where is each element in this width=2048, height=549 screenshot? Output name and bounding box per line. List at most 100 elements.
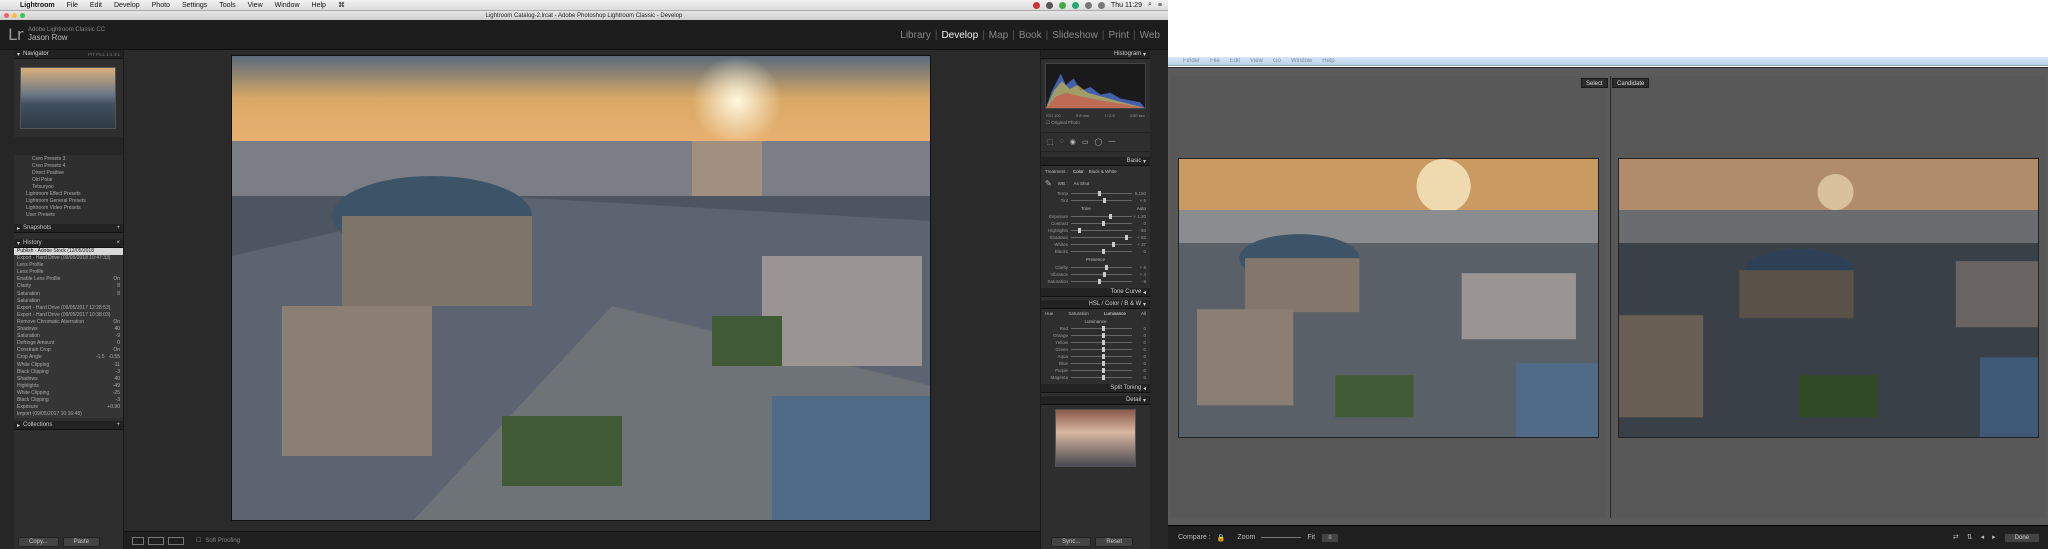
before-after-icon[interactable] bbox=[148, 536, 164, 545]
history-item[interactable]: Shadows 40 bbox=[14, 326, 123, 333]
slider-track[interactable] bbox=[1071, 228, 1132, 233]
wifi-icon[interactable] bbox=[1084, 1, 1092, 9]
slider-knob[interactable] bbox=[1101, 333, 1105, 338]
module-print[interactable]: Print bbox=[1108, 30, 1129, 41]
histogram-header[interactable]: Histogram ▾ bbox=[1041, 50, 1150, 59]
history-item[interactable]: Clarity 8 bbox=[14, 283, 123, 290]
treatment-bw[interactable]: Black & White bbox=[1089, 169, 1117, 174]
module-map[interactable]: Map bbox=[989, 30, 1008, 41]
slider-value[interactable]: 0 bbox=[1132, 347, 1146, 352]
status-icon-teal[interactable] bbox=[1071, 1, 1079, 9]
preset-item[interactable]: Lightroom General Presets bbox=[18, 198, 119, 205]
module-web[interactable]: Web bbox=[1140, 30, 1160, 41]
history-item[interactable]: Import (09/05/2017 10:16:48) bbox=[14, 411, 123, 418]
left-panel-toggle[interactable] bbox=[0, 50, 14, 549]
slider-knob[interactable] bbox=[1101, 375, 1105, 380]
add-collection-icon[interactable]: + bbox=[116, 422, 123, 428]
history-item[interactable]: Export - Hard Drive (09/05/2017 10:38:03… bbox=[14, 312, 123, 319]
compare-menu-view[interactable]: View bbox=[1245, 58, 1268, 64]
slider-value[interactable]: + 4 bbox=[1132, 272, 1146, 277]
sync-compare-button[interactable]: ≡ bbox=[1321, 532, 1339, 543]
history-item[interactable]: Enable Lens Profile On bbox=[14, 276, 123, 283]
wb-eyedropper-icon[interactable]: ✎ bbox=[1045, 179, 1052, 188]
snapshots-header[interactable]: ▸ Snapshots + bbox=[14, 224, 123, 233]
slider-track[interactable] bbox=[1071, 272, 1132, 277]
history-item[interactable]: Saturation 8 bbox=[14, 291, 123, 298]
slider-value[interactable]: 0 bbox=[1132, 340, 1146, 345]
history-item[interactable]: Export - Hard Drive (09/05/2017 12:28:53… bbox=[14, 305, 123, 312]
slider-track[interactable] bbox=[1071, 242, 1132, 247]
fit-label[interactable]: Fit bbox=[1307, 534, 1315, 541]
module-book[interactable]: Book bbox=[1019, 30, 1042, 41]
slider-knob[interactable] bbox=[1112, 242, 1116, 247]
preset-item[interactable]: User Presets bbox=[18, 212, 119, 219]
history-item[interactable]: Remove Chromatic Aberration On bbox=[14, 319, 123, 326]
slider-value[interactable]: 0 bbox=[1132, 354, 1146, 359]
menubar-clock[interactable]: Thu 11:29 bbox=[1111, 2, 1142, 9]
detail-preview[interactable] bbox=[1055, 409, 1136, 467]
lock-icon[interactable]: 🔒 bbox=[1217, 534, 1226, 542]
slider-knob[interactable] bbox=[1102, 272, 1106, 277]
slider-knob[interactable] bbox=[1101, 354, 1105, 359]
menu-lightroom[interactable]: Lightroom bbox=[14, 2, 61, 9]
zoom-3-1[interactable]: 3:1 bbox=[114, 52, 120, 57]
slider-knob[interactable] bbox=[1101, 361, 1105, 366]
collections-header[interactable]: ▸ Collections + bbox=[14, 421, 123, 431]
slider-track[interactable] bbox=[1071, 347, 1132, 352]
paste-button[interactable]: Paste bbox=[62, 537, 100, 547]
slider-knob[interactable] bbox=[1098, 279, 1102, 284]
slider-value[interactable]: 0 bbox=[1132, 249, 1146, 254]
hsl-tab-luminance[interactable]: Luminance bbox=[1104, 311, 1126, 316]
slider-track[interactable] bbox=[1071, 249, 1132, 254]
compare-menu-finder[interactable]: Finder bbox=[1178, 58, 1205, 64]
hsl-tab-all[interactable]: All bbox=[1141, 311, 1146, 316]
compare-view-icon[interactable] bbox=[168, 536, 184, 545]
menu-window[interactable]: Window bbox=[269, 2, 306, 9]
history-item[interactable]: Defringe Amount 0 bbox=[14, 340, 123, 347]
red-eye-icon[interactable]: ◉ bbox=[1070, 138, 1076, 146]
slider-track[interactable] bbox=[1071, 340, 1132, 345]
script-menu-icon[interactable]: ⌘ bbox=[332, 1, 351, 9]
menu-develop[interactable]: Develop bbox=[108, 2, 146, 9]
slider-track[interactable] bbox=[1071, 265, 1132, 270]
status-icon-red[interactable] bbox=[1032, 1, 1040, 9]
search-icon[interactable]: ⌕ bbox=[1148, 1, 1152, 9]
split-toning-header[interactable]: Split Toning ◂ bbox=[1041, 384, 1150, 393]
history-item[interactable]: Black Clipping -3 bbox=[14, 397, 123, 404]
slider-knob[interactable] bbox=[1108, 214, 1112, 219]
slider-value[interactable]: 0 bbox=[1132, 221, 1146, 226]
module-library[interactable]: Library bbox=[900, 30, 931, 41]
slider-track[interactable] bbox=[1071, 361, 1132, 366]
slider-track[interactable] bbox=[1071, 221, 1132, 226]
treatment-color[interactable]: Color bbox=[1073, 169, 1084, 174]
slider-value[interactable]: 0 bbox=[1132, 361, 1146, 366]
slider-track[interactable] bbox=[1071, 279, 1132, 284]
copy-button[interactable]: Copy... bbox=[18, 537, 59, 547]
zoom-fit[interactable]: FIT bbox=[88, 52, 95, 57]
module-develop[interactable]: Develop bbox=[941, 30, 978, 41]
history-item[interactable]: Lens Profile bbox=[14, 269, 123, 276]
close-window-icon[interactable] bbox=[4, 13, 9, 18]
right-panel-toggle[interactable] bbox=[1150, 50, 1168, 549]
compare-menu-go[interactable]: Go bbox=[1268, 58, 1286, 64]
add-snapshot-icon[interactable]: + bbox=[116, 225, 123, 231]
soft-proofing-checkbox[interactable]: ☐ bbox=[196, 537, 201, 544]
slider-track[interactable] bbox=[1071, 198, 1132, 203]
slider-value[interactable]: 0 bbox=[1132, 368, 1146, 373]
menu-settings[interactable]: Settings bbox=[176, 2, 213, 9]
preset-item[interactable]: Lightroom Video Presets bbox=[18, 205, 119, 212]
slider-value[interactable]: - 83 bbox=[1132, 228, 1146, 233]
slider-value[interactable]: 0 bbox=[1132, 333, 1146, 338]
slider-knob[interactable] bbox=[1101, 340, 1105, 345]
zoom-1-1[interactable]: 1:1 bbox=[106, 52, 112, 57]
slider-knob[interactable] bbox=[1101, 326, 1105, 331]
history-item[interactable]: White Clipping -11 bbox=[14, 362, 123, 369]
slider-value[interactable]: + 6 bbox=[1132, 198, 1146, 203]
slider-track[interactable] bbox=[1071, 375, 1132, 380]
radial-filter-icon[interactable]: ◯ bbox=[1095, 138, 1103, 146]
slider-knob[interactable] bbox=[1101, 347, 1105, 352]
original-photo-toggle[interactable]: ☐ Original Photo bbox=[1041, 118, 1150, 128]
menu-view[interactable]: View bbox=[242, 2, 269, 9]
history-item[interactable]: Exposure +0.90 bbox=[14, 404, 123, 411]
slider-value[interactable]: 0 bbox=[1132, 326, 1146, 331]
